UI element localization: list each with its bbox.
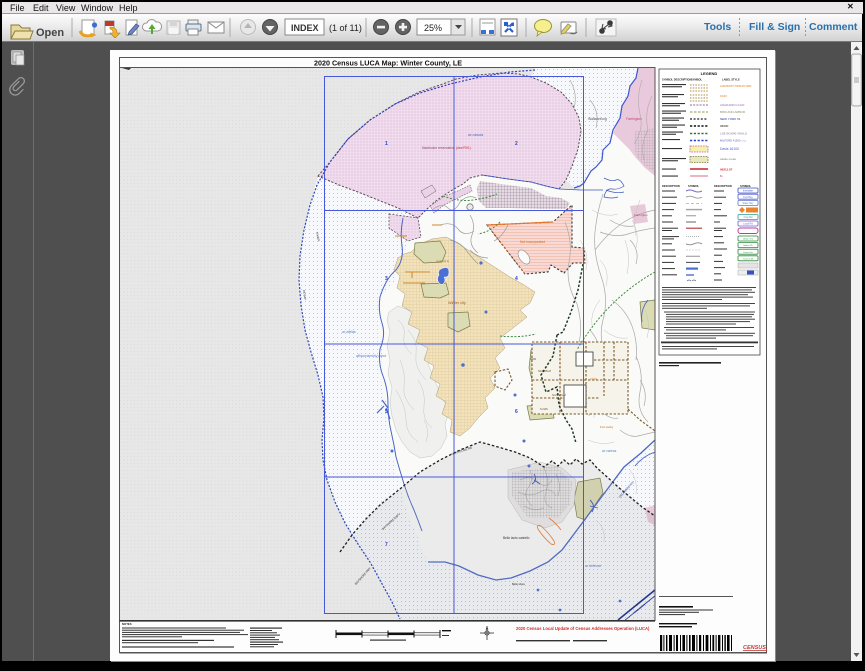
svg-text:Winter city: Winter city	[448, 301, 466, 305]
svg-text:2020 Census LUCA Map: Winter: 2020 Census LUCA Map: Winter County, LE	[314, 59, 462, 68]
svg-text:Cnty Rd: Cnty Rd	[744, 216, 753, 219]
svg-text:2: 2	[515, 141, 518, 147]
svg-text:LABEL STYLE: LABEL STYLE	[722, 78, 740, 82]
svg-text:4: 4	[515, 276, 518, 282]
svg-text:25%: 25%	[424, 23, 442, 33]
svg-text:castle creek: castle creek	[720, 157, 737, 161]
svg-text:ac deleicae: ac deleicae	[585, 564, 601, 568]
svg-text:NAS WILM: NAS WILM	[538, 369, 551, 373]
svg-text:NEW YORK 51: NEW YORK 51	[720, 117, 741, 121]
svg-text:LEGEND: LEGEND	[701, 71, 718, 76]
svg-text:Forest Sv: Forest Sv	[743, 251, 753, 254]
svg-text:NAS WILM: NAS WILM	[552, 393, 567, 397]
svg-text:Wallaceburg: Wallaceburg	[588, 117, 607, 121]
svg-text:Fed Hwy: Fed Hwy	[743, 196, 753, 199]
svg-text:1: 1	[385, 141, 388, 147]
svg-text:(1 of 11): (1 of 11)	[329, 23, 362, 33]
svg-text:Fort canby: Fort canby	[600, 425, 614, 429]
svg-text:Local Rd: Local Rd	[743, 223, 753, 226]
svg-text:Farrington: Farrington	[634, 213, 648, 217]
svg-text:6: 6	[515, 409, 518, 415]
svg-text:State Hwy: State Hwy	[743, 202, 755, 205]
svg-text:F100: F100	[590, 377, 597, 381]
svg-text:3: 3	[385, 276, 388, 282]
svg-text:SYMBOL: SYMBOL	[740, 184, 752, 188]
svg-text:ac alleliac: ac alleliac	[342, 330, 356, 334]
svg-text:INDEX: INDEX	[291, 23, 319, 33]
svg-text:8050 ANN ARBOR: 8050 ANN ARBOR	[720, 110, 746, 114]
svg-text:allinunciamicity canot: allinunciamicity canot	[356, 354, 386, 358]
svg-text:ac canvas: ac canvas	[468, 133, 484, 137]
svg-text:5: 5	[385, 409, 388, 415]
svg-text:SYMBOL DESCRIPTION: SYMBOL DESCRIPTION	[662, 78, 692, 82]
svg-text:ANADARKO 0120: ANADARKO 0120	[720, 103, 745, 107]
svg-text:Nanticoke reservation (dee/R91: Nanticoke reservation (dee/R91)	[422, 146, 471, 150]
svg-text:Davis 16100: Davis 16100	[720, 147, 739, 151]
svg-text:09211.07: 09211.07	[720, 168, 733, 172]
svg-text:Open: Open	[36, 27, 64, 39]
svg-text:Farrington: Farrington	[626, 117, 642, 121]
svg-text:Nation Pk: Nation Pk	[743, 244, 753, 247]
svg-text:LAKEHURST-TOMS RIV 0660: LAKEHURST-TOMS RIV 0660	[720, 85, 752, 88]
svg-text:melanta fe: melanta fe	[436, 259, 450, 263]
svg-text:ac canvas: ac canvas	[602, 449, 617, 453]
svg-text:NOTES: NOTES	[122, 622, 132, 626]
svg-text:Interstate: Interstate	[743, 190, 754, 193]
svg-text:DESCRIPTION: DESCRIPTION	[714, 184, 732, 188]
svg-text:7: 7	[385, 542, 388, 548]
svg-text:DESCRIPTION: DESCRIPTION	[662, 184, 680, 188]
svg-text:Bello shore: Bello shore	[512, 582, 526, 586]
svg-text:2020 Census Local Update of Ce: 2020 Census Local Update of Census Addre…	[516, 626, 650, 631]
svg-text:Bello lacto castello: Bello lacto castello	[503, 536, 530, 540]
svg-text:Census Bl: Census Bl	[743, 258, 753, 260]
svg-text:SYMBOL: SYMBOL	[688, 184, 700, 188]
svg-text:SYMBOL: SYMBOL	[691, 78, 703, 82]
svg-text:LSE BOWIE 40%LD: LSE BOWIE 40%LD	[720, 132, 748, 136]
svg-text:S100: S100	[530, 357, 537, 361]
svg-text:S NAS: S NAS	[540, 407, 548, 411]
svg-text:F100: F100	[720, 94, 727, 98]
svg-text:Urban Gro: Urban Gro	[743, 238, 754, 241]
svg-text:06000: 06000	[720, 124, 729, 128]
svg-text:Not incorporated: Not incorporated	[520, 240, 545, 244]
